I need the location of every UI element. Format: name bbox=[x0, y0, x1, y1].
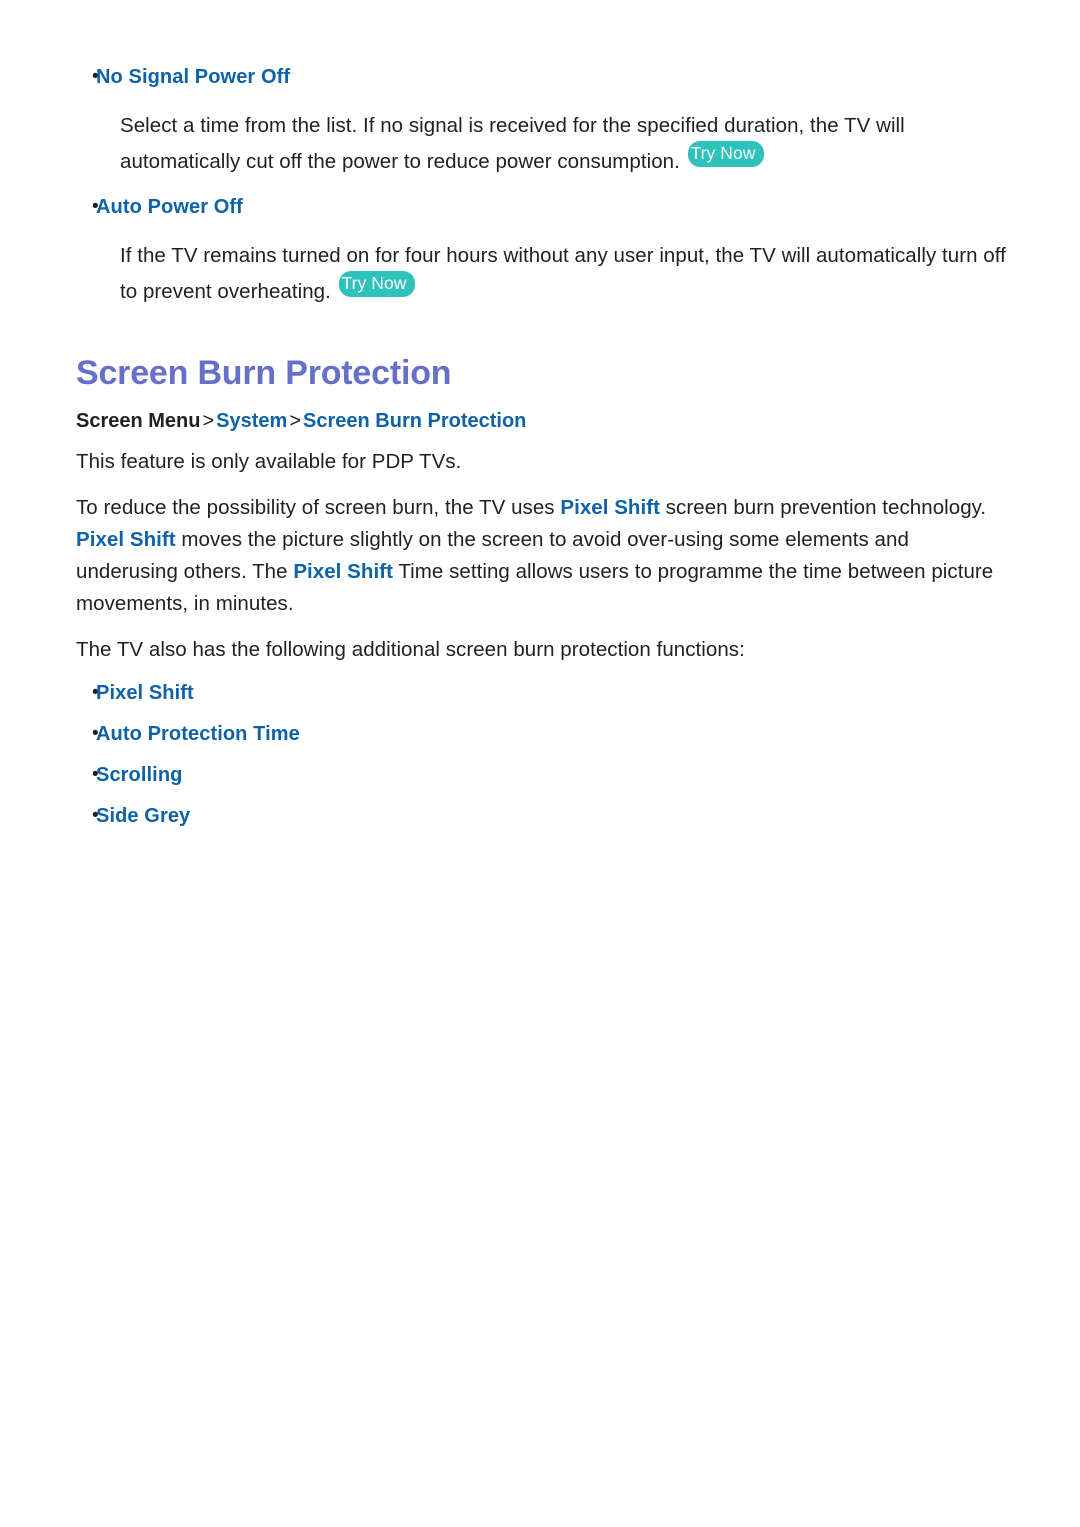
spacer-before-section-title bbox=[70, 308, 1010, 352]
description-part-2: screen burn prevention technology. bbox=[660, 496, 987, 519]
try-now-badge-no-signal[interactable]: Try Now bbox=[687, 141, 765, 167]
description-part-1: To reduce the possibility of screen burn… bbox=[76, 496, 561, 519]
bullet-dot-icon bbox=[70, 719, 96, 749]
list-item: Auto Protection Time bbox=[70, 719, 1010, 749]
function-item-pixel-shift[interactable]: Pixel Shift bbox=[96, 678, 194, 708]
top-spacer bbox=[70, 0, 1010, 62]
page-title: Screen Burn Protection bbox=[76, 354, 452, 392]
list-item: Scrolling bbox=[70, 760, 1010, 790]
breadcrumb: Screen Menu > System > Screen Burn Protectio… bbox=[70, 406, 1010, 436]
bullet-dot-icon bbox=[70, 678, 96, 708]
spacer-after-breadcrumb bbox=[70, 436, 1010, 446]
paragraph-auto-power-off: If the TV remains turned on for four hou… bbox=[70, 240, 1010, 308]
function-item-auto-protection-time[interactable]: Auto Protection Time bbox=[96, 719, 300, 749]
functions-intro: The TV also has the following additional… bbox=[76, 638, 745, 661]
spacer-after-title bbox=[70, 394, 1010, 406]
function-item-side-grey[interactable]: Side Grey bbox=[96, 801, 190, 831]
description-paragraph: To reduce the possibility of screen burn… bbox=[70, 492, 1010, 620]
bullet-dot-icon bbox=[70, 760, 96, 790]
breadcrumb-item-screen-burn-protection[interactable]: Screen Burn Protection bbox=[303, 410, 526, 432]
bullet-label-auto-power-off: Auto Power Off bbox=[96, 196, 243, 218]
paragraph-auto-power-off-text: If the TV remains turned on for four hou… bbox=[120, 244, 1006, 303]
bullet-label-no-signal-power-off: No Signal Power Off bbox=[96, 66, 291, 88]
try-now-badge-auto-power-off[interactable]: Try Now bbox=[338, 271, 416, 297]
bullet-item-auto-power-off: Auto Power Off bbox=[70, 192, 1010, 222]
term-pixel-shift[interactable]: Pixel Shift bbox=[560, 496, 660, 519]
breadcrumb-root: Screen Menu bbox=[76, 410, 201, 432]
paragraph-no-signal-power-off: Select a time from the list. If no signa… bbox=[70, 110, 1010, 178]
term-pixel-shift[interactable]: Pixel Shift bbox=[293, 560, 393, 583]
breadcrumb-separator: > bbox=[202, 410, 215, 432]
breadcrumb-separator: > bbox=[289, 410, 302, 432]
spacer-before-functions-intro bbox=[70, 620, 1010, 634]
list-item: Side Grey bbox=[70, 801, 1010, 831]
bullet-dot-icon bbox=[70, 801, 96, 831]
availability-note: This feature is only available for PDP T… bbox=[76, 450, 462, 473]
bullet-dot-icon bbox=[70, 192, 96, 222]
function-item-scrolling[interactable]: Scrolling bbox=[96, 760, 182, 790]
spacer-before-functions-list bbox=[70, 666, 1010, 678]
list-item: Pixel Shift bbox=[70, 678, 1010, 708]
term-pixel-shift[interactable]: Pixel Shift bbox=[76, 528, 176, 551]
paragraph-no-signal-text: Select a time from the list. If no signa… bbox=[120, 114, 905, 173]
bullet-dot-icon bbox=[70, 62, 96, 92]
spacer-before-description bbox=[70, 478, 1010, 492]
spacer-between-sections-1 bbox=[70, 178, 1010, 192]
manual-page: No Signal Power Off Select a time from t… bbox=[0, 0, 1080, 1527]
breadcrumb-item-system[interactable]: System bbox=[216, 410, 287, 432]
spacer-after-auto-power-off-heading bbox=[70, 222, 1010, 240]
bullet-item-no-signal-power-off: No Signal Power Off bbox=[70, 62, 1010, 92]
spacer-after-no-signal-heading bbox=[70, 92, 1010, 110]
